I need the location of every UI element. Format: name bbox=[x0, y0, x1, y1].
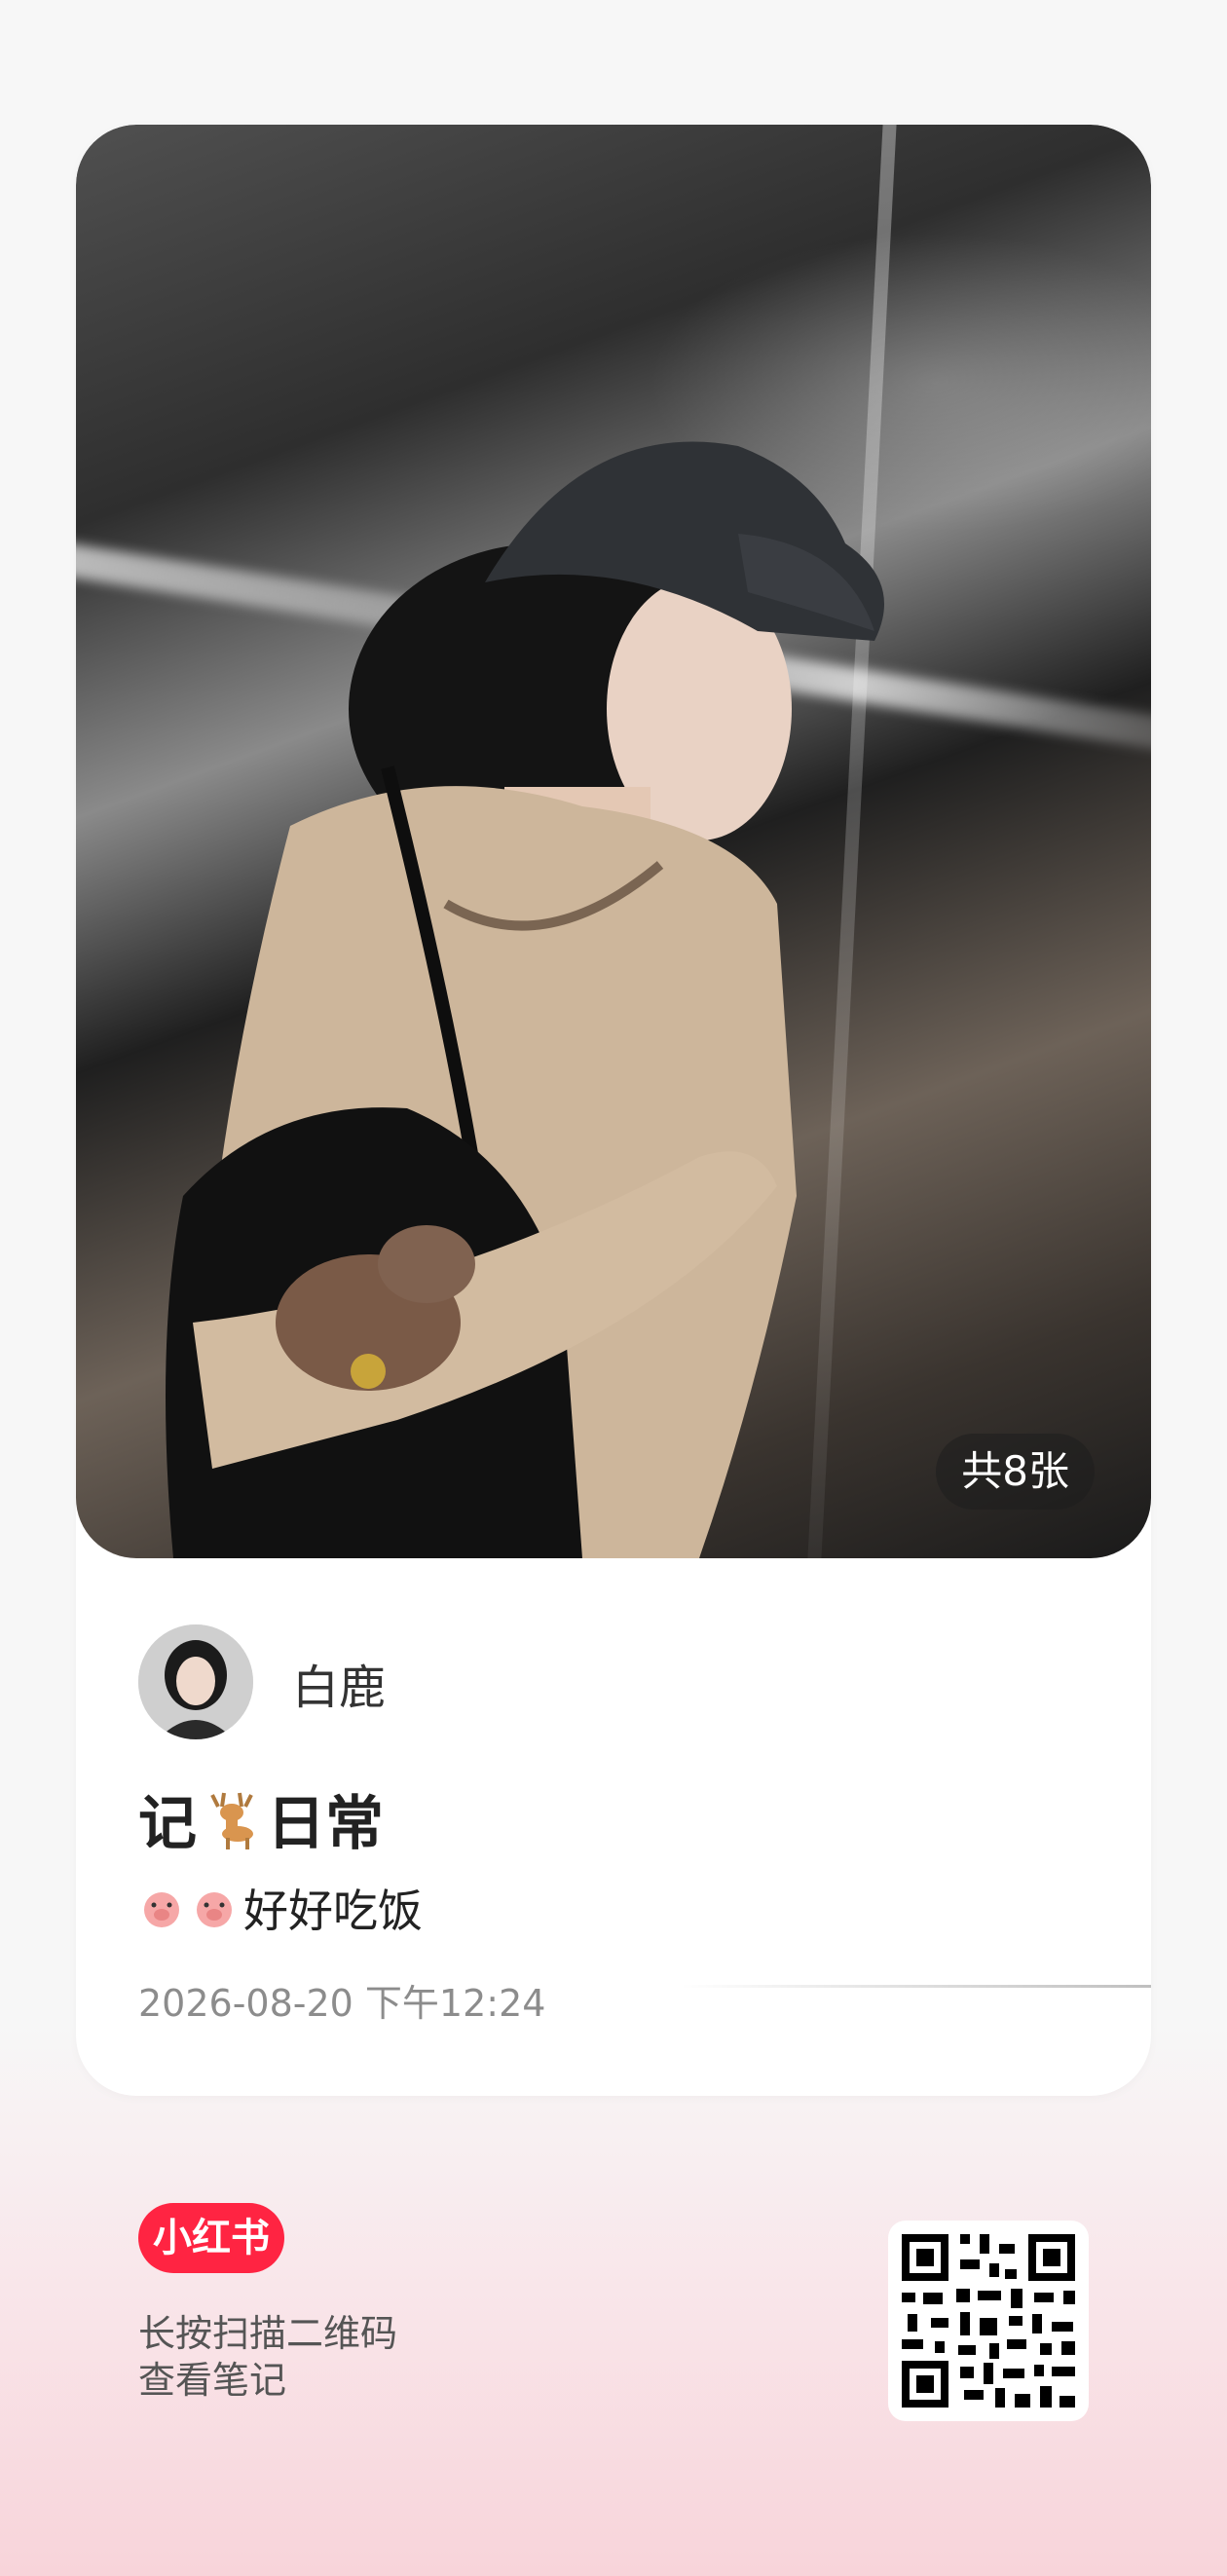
deer-emoji-icon bbox=[210, 1792, 253, 1849]
note-description-text: 好好吃饭 bbox=[243, 1885, 423, 1937]
pig-emoji-icon bbox=[144, 1892, 179, 1927]
card-divider bbox=[680, 1985, 1151, 1988]
note-timestamp: 2026-08-20 下午12:24 bbox=[138, 1982, 546, 2025]
note-card[interactable]: 共8张 白鹿 记 日常 好好吃饭 2026-08-20 下午12:24 bbox=[76, 125, 1151, 2096]
photo-count-badge: 共8张 bbox=[936, 1434, 1095, 1510]
author-name[interactable]: 白鹿 bbox=[292, 1649, 386, 1717]
qr-code[interactable] bbox=[888, 2221, 1089, 2421]
xiaohongshu-logo: 小红书 bbox=[138, 2203, 284, 2273]
scan-hint-line2: 查看笔记 bbox=[138, 2359, 287, 2402]
photo-subject bbox=[166, 441, 884, 1558]
note-title: 记 日常 bbox=[138, 1776, 384, 1861]
author-avatar[interactable] bbox=[138, 1624, 253, 1739]
note-cover-photo[interactable]: 共8张 bbox=[76, 125, 1151, 1558]
scan-hint: 长按扫描二维码 查看笔记 bbox=[138, 2310, 397, 2404]
qr-code-icon bbox=[902, 2234, 1075, 2408]
note-title-suffix: 日常 bbox=[267, 1790, 384, 1858]
scan-hint-line1: 长按扫描二维码 bbox=[138, 2312, 398, 2355]
pig-emoji-icon bbox=[197, 1892, 232, 1927]
note-title-prefix: 记 bbox=[138, 1790, 197, 1858]
note-description: 好好吃饭 bbox=[138, 1876, 423, 1940]
